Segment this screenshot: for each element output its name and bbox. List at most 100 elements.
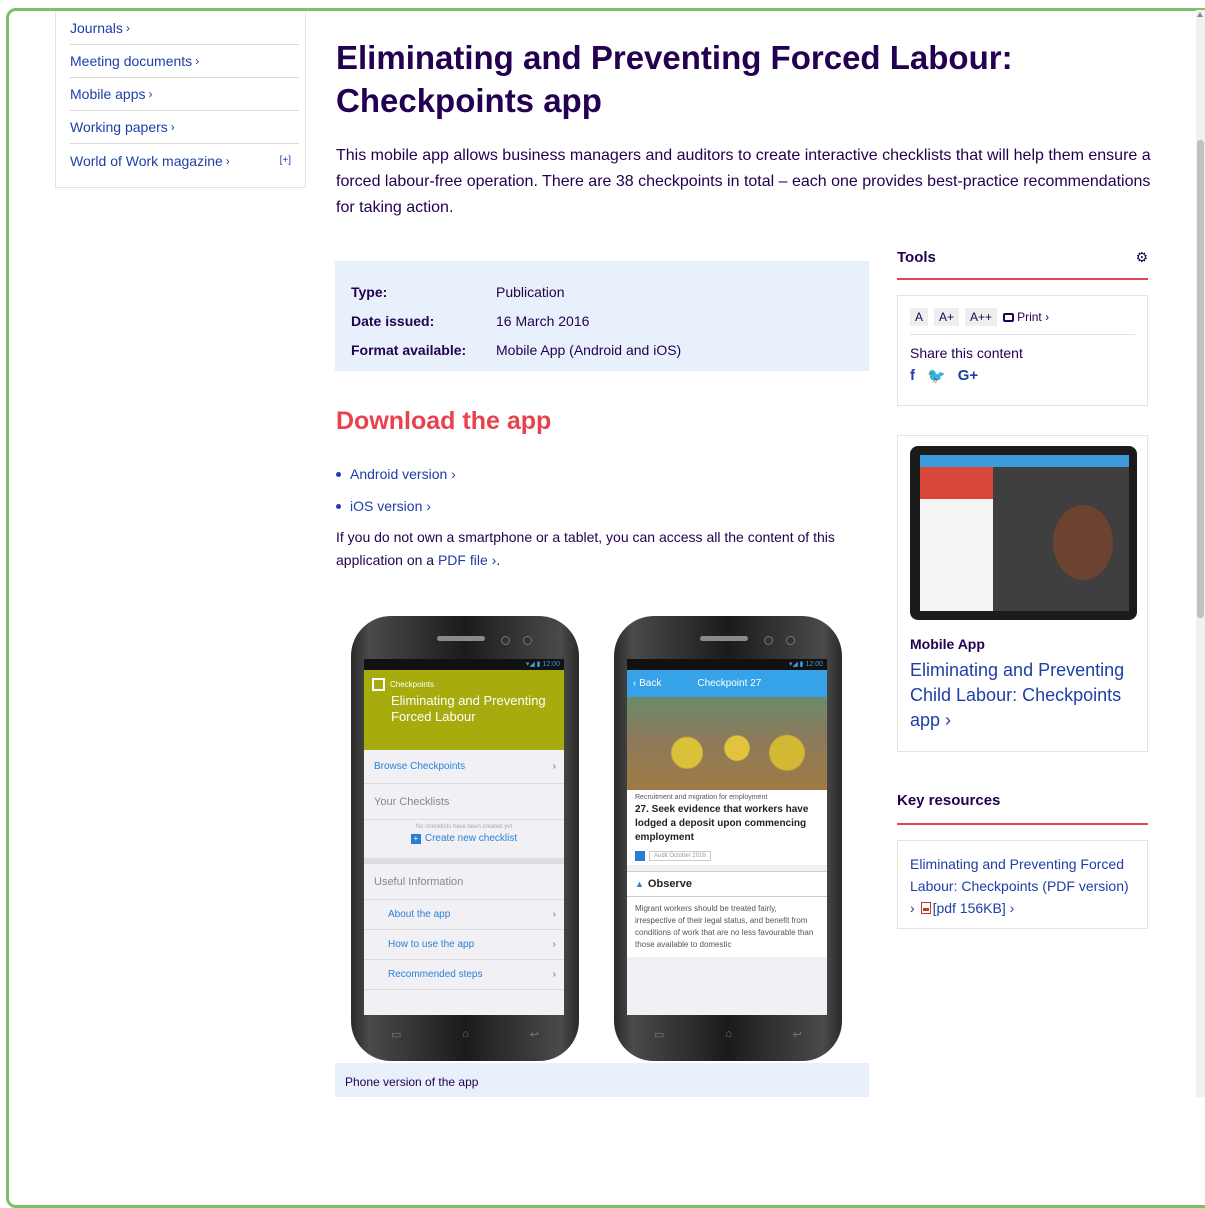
- meta-value: Mobile App (Android and iOS): [496, 341, 682, 358]
- facebook-icon[interactable]: f: [910, 367, 915, 385]
- menu-key-icon: ▭: [391, 1029, 402, 1041]
- phone-mockup-checkpoint: ▾◢ ▮ 12:00 ‹ Back Checkpoint 27 Recruitm…: [614, 616, 842, 1061]
- nav-item-label: World of Work magazine: [70, 152, 223, 169]
- tablet-appbar: [920, 455, 1129, 467]
- row-label: Browse Checkpoints: [374, 761, 466, 772]
- plus-icon: +: [410, 834, 421, 844]
- print-button[interactable]: Print ›: [1003, 310, 1049, 324]
- tablet-sidebar-header: [920, 467, 994, 499]
- download-heading: Download the app: [336, 407, 552, 435]
- row-label: How to use the app: [388, 939, 475, 950]
- meta-row-date: Date issued: 16 March 2016: [351, 306, 869, 335]
- back-label: ‹ Back: [633, 678, 662, 689]
- meta-key: Date issued:: [351, 312, 435, 329]
- app-small-title: Checkpoints: [390, 680, 435, 689]
- app-hero: Checkpoints Eliminating and Preventing F…: [364, 670, 564, 750]
- android-download-link[interactable]: Android version ›: [336, 458, 456, 490]
- tools-heading: Tools ⚙: [897, 249, 1148, 280]
- back-text: Back: [639, 678, 662, 689]
- nav-item-meeting-documents[interactable]: Meeting documents ›: [70, 45, 299, 78]
- nav-item-mobile-apps[interactable]: Mobile apps ›: [70, 78, 299, 111]
- section-label: Your Checklists: [374, 795, 450, 808]
- pdf-file-link[interactable]: PDF file ›: [438, 552, 496, 568]
- scroll-thumb[interactable]: [1197, 140, 1204, 618]
- no-checklists-text: No checklists have been created yet: [415, 824, 513, 830]
- chevron-right-icon: ›: [552, 969, 556, 980]
- phone-mockup-home: ▾◢ ▮ 12:00 Checkpoints Eliminating and P…: [351, 616, 579, 1061]
- share-icons: f 🐦 G+: [910, 367, 1135, 385]
- pdf-note: If you do not own a smartphone or a tabl…: [336, 526, 866, 572]
- meta-row-format: Format available: Mobile App (Android an…: [351, 335, 869, 364]
- checkpoint-category: Recruitment and migration for employment: [635, 794, 768, 801]
- checkpoint-heading: 27. Seek evidence that workers have lodg…: [635, 804, 809, 843]
- tablet-image[interactable]: [910, 446, 1137, 620]
- create-label: Create new checklist: [424, 833, 518, 844]
- meta-key: Type:: [351, 283, 388, 300]
- speaker-grille: [700, 636, 748, 641]
- sensor-dot: [764, 636, 773, 645]
- triangle-up-icon: ▲: [635, 879, 644, 889]
- observe-label: Observe: [647, 878, 692, 890]
- audit-tag: Audit October 2016: [635, 851, 819, 861]
- home-key-icon: ⌂: [725, 1028, 732, 1040]
- back-key-icon: ↩: [792, 1029, 802, 1041]
- text-size-xlarge-button[interactable]: A++: [965, 308, 998, 326]
- page-title: Eliminating and Preventing Forced Labour…: [336, 39, 1013, 119]
- download-links: Android version › iOS version ›: [336, 458, 456, 522]
- print-label: Print ›: [1017, 310, 1050, 324]
- nav-item-journals[interactable]: Journals ›: [70, 12, 299, 45]
- tools-box: A A+ A++ Print › Share this content f 🐦 …: [897, 295, 1148, 406]
- scroll-up-arrow-icon[interactable]: [1197, 12, 1203, 17]
- observe-text: Migrant workers should be treated fairly…: [627, 897, 827, 957]
- pdf-size-link[interactable]: [pdf 156KB] ›: [933, 900, 1015, 916]
- workers-photo: [627, 697, 827, 790]
- text-size-large-button[interactable]: A+: [934, 308, 960, 326]
- meta-row-type: Type: Publication: [351, 277, 869, 306]
- nav-item-label: Working papers: [70, 119, 168, 135]
- text-size-normal-button[interactable]: A: [910, 308, 929, 326]
- back-key-icon: ↩: [529, 1029, 539, 1041]
- speaker-grille: [437, 636, 485, 641]
- no-checklists-box: No checklists have been created yet + Cre…: [364, 820, 564, 864]
- page-intro: This mobile app allows business managers…: [336, 147, 1151, 216]
- chevron-right-icon: ›: [148, 87, 153, 101]
- phone-nav-buttons: ▭ ⌂ ↩: [654, 1028, 802, 1041]
- status-bar: ▾◢ ▮ 12:00: [364, 659, 564, 670]
- scrollbar[interactable]: [1196, 10, 1205, 1097]
- nav-item-working-papers[interactable]: Working papers ›: [70, 111, 299, 144]
- audit-pill: Audit October 2016: [649, 851, 711, 861]
- chevron-right-icon: ›: [225, 153, 230, 168]
- child-labour-app-link[interactable]: Eliminating and Preventing Child Labour:…: [910, 658, 1135, 733]
- bullet-icon: [336, 503, 341, 509]
- checkbox-icon: [372, 678, 385, 691]
- section-label: Useful Information: [374, 875, 464, 888]
- card-type-label: Mobile App: [910, 636, 985, 652]
- phone-screen: ▾◢ ▮ 12:00 Checkpoints Eliminating and P…: [364, 659, 564, 1015]
- gear-icon[interactable]: ⚙: [1135, 249, 1148, 278]
- link-label: iOS version ›: [350, 498, 431, 514]
- chevron-right-icon: ›: [195, 54, 200, 68]
- ios-download-link[interactable]: iOS version ›: [336, 490, 456, 522]
- google-plus-icon[interactable]: G+: [958, 367, 978, 385]
- recommended-row: Recommended steps ›: [364, 960, 564, 990]
- related-app-card: Mobile App Eliminating and Preventing Ch…: [897, 435, 1148, 752]
- pdf-note-end: .: [496, 552, 501, 568]
- share-label: Share this content: [910, 345, 1023, 361]
- checkpoint-body: Recruitment and migration for employment…: [627, 790, 827, 865]
- useful-info-section: Useful Information: [364, 864, 564, 900]
- meta-value: 16 March 2016: [496, 312, 590, 329]
- howto-row: How to use the app ›: [364, 930, 564, 960]
- nav-item-world-of-work-magazine[interactable]: World of Work magazine › [+]: [70, 144, 299, 177]
- bullet-icon: [336, 471, 341, 477]
- chevron-right-icon: ›: [552, 909, 556, 920]
- pdf-file-icon: [920, 902, 931, 914]
- your-checklists-section: Your Checklists: [364, 784, 564, 820]
- chevron-right-icon: ›: [552, 939, 556, 950]
- app-topbar: ‹ Back Checkpoint 27: [627, 670, 827, 697]
- tablet-screen: [920, 455, 1129, 611]
- twitter-icon[interactable]: 🐦: [927, 367, 946, 385]
- printer-icon: [1003, 312, 1015, 322]
- chevron-right-icon: ›: [552, 761, 556, 772]
- meta-key: Format available:: [351, 341, 467, 358]
- expand-toggle[interactable]: [+]: [280, 155, 291, 166]
